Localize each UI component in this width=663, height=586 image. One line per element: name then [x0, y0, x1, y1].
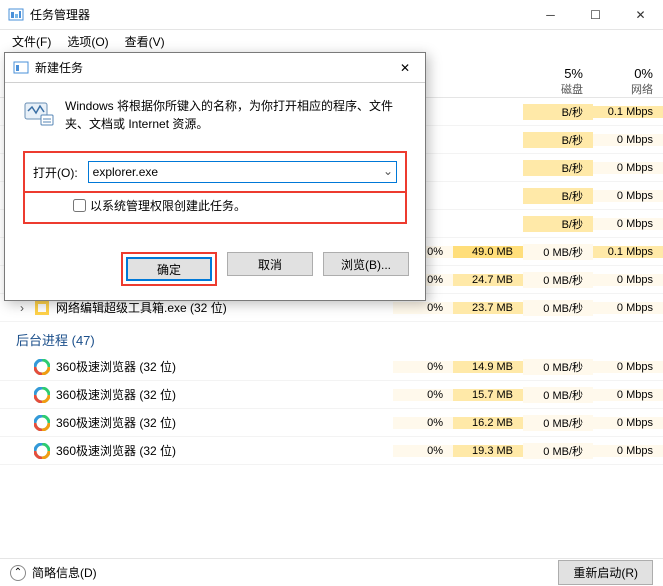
mem-cell: 19.3 MB [453, 445, 523, 457]
net-cell: 0 Mbps [593, 417, 663, 429]
disk-cell: 0 MB/秒 [523, 244, 593, 260]
col-net-pct: 0% [593, 66, 653, 81]
net-cell: 0 Mbps [593, 274, 663, 286]
net-cell: 0 Mbps [593, 302, 663, 314]
open-input[interactable] [88, 161, 397, 183]
disk-cell: 0 MB/秒 [523, 272, 593, 288]
mem-cell: 49.0 MB [453, 246, 523, 258]
table-row[interactable]: 360极速浏览器 (32 位) 0%16.2 MB0 MB/秒0 Mbps [0, 409, 663, 437]
disk-cell: 0 MB/秒 [523, 359, 593, 375]
run-icon [23, 97, 55, 129]
app-icon [8, 7, 24, 23]
360-icon [34, 359, 50, 375]
disk-cell: 0 MB/秒 [523, 443, 593, 459]
statusbar: ⌃ 简略信息(D) 重新启动(R) [0, 558, 663, 586]
disk-cell: 0 MB/秒 [523, 300, 593, 316]
disk-cell: 0 MB/秒 [523, 387, 593, 403]
ok-button[interactable]: 确定 [126, 257, 212, 281]
col-disk-label: 磁盘 [523, 81, 583, 97]
disk-cell: B/秒 [523, 104, 593, 120]
dialog-title: 新建任务 [35, 59, 83, 76]
disk-cell: B/秒 [523, 216, 593, 232]
window-title: 任务管理器 [30, 6, 90, 23]
brief-info-link[interactable]: 简略信息(D) [32, 564, 97, 581]
cpu-cell: 0% [393, 445, 453, 457]
col-disk-pct: 5% [523, 66, 583, 81]
close-button[interactable]: ✕ [618, 0, 663, 30]
col-net-label: 网络 [593, 81, 653, 97]
net-cell: 0.1 Mbps [593, 246, 663, 258]
restart-button[interactable]: 重新启动(R) [558, 560, 653, 585]
net-cell: 0 Mbps [593, 134, 663, 146]
dialog-titlebar: 新建任务 ✕ [5, 53, 425, 83]
mem-cell: 15.7 MB [453, 389, 523, 401]
net-cell: 0 Mbps [593, 445, 663, 457]
process-name: 360极速浏览器 (32 位) [56, 442, 176, 459]
process-name: 网络编辑超级工具箱.exe (32 位) [56, 299, 227, 316]
net-cell: 0 Mbps [593, 190, 663, 202]
dialog-close-button[interactable]: ✕ [385, 53, 425, 83]
net-cell: 0 Mbps [593, 162, 663, 174]
menu-options[interactable]: 选项(O) [59, 31, 116, 52]
menu-view[interactable]: 查看(V) [117, 31, 173, 52]
net-cell: 0 Mbps [593, 389, 663, 401]
cpu-cell: 0% [393, 389, 453, 401]
disk-cell: B/秒 [523, 160, 593, 176]
table-row[interactable]: 360极速浏览器 (32 位) 0%15.7 MB0 MB/秒0 Mbps [0, 381, 663, 409]
process-name: 360极速浏览器 (32 位) [56, 386, 176, 403]
net-cell: 0 Mbps [593, 361, 663, 373]
menubar: 文件(F) 选项(O) 查看(V) [0, 30, 663, 52]
dialog-icon [13, 60, 29, 76]
cpu-cell: 0% [393, 361, 453, 373]
360-icon [34, 443, 50, 459]
cpu-cell: 0% [393, 417, 453, 429]
maximize-button[interactable]: ☐ [573, 0, 618, 30]
open-label: 打开(O): [33, 164, 78, 181]
disk-cell: B/秒 [523, 132, 593, 148]
360-icon [34, 387, 50, 403]
disk-cell: B/秒 [523, 188, 593, 204]
dialog-message: Windows 将根据你所键入的名称，为你打开相应的程序、文件夹、文档或 Int… [65, 97, 407, 133]
ok-button-highlight: 确定 [121, 252, 217, 286]
360-icon [34, 415, 50, 431]
mem-cell: 14.9 MB [453, 361, 523, 373]
new-task-dialog: 新建任务 ✕ Windows 将根据你所键入的名称，为你打开相应的程序、文件夹、… [4, 52, 426, 301]
mem-cell: 16.2 MB [453, 417, 523, 429]
net-cell: 0 Mbps [593, 218, 663, 230]
net-cell: 0.1 Mbps [593, 106, 663, 118]
minimize-button[interactable]: ─ [528, 0, 573, 30]
admin-label: 以系统管理权限创建此任务。 [90, 197, 246, 214]
menu-file[interactable]: 文件(F) [4, 31, 59, 52]
table-row[interactable]: 360极速浏览器 (32 位) 0%14.9 MB0 MB/秒0 Mbps [0, 353, 663, 381]
mem-cell: 24.7 MB [453, 274, 523, 286]
mem-cell: 23.7 MB [453, 302, 523, 314]
admin-checkbox[interactable] [73, 199, 86, 212]
process-name: 360极速浏览器 (32 位) [56, 358, 176, 375]
cancel-button[interactable]: 取消 [227, 252, 313, 276]
group-header-background: 后台进程 (47) [0, 322, 663, 353]
chevron-up-icon[interactable]: ⌃ [10, 565, 26, 581]
admin-checkbox-row: 以系统管理权限创建此任务。 [23, 193, 407, 224]
disk-cell: 0 MB/秒 [523, 415, 593, 431]
tool-icon [34, 300, 50, 316]
table-row[interactable]: 360极速浏览器 (32 位) 0%19.3 MB0 MB/秒0 Mbps [0, 437, 663, 465]
browse-button[interactable]: 浏览(B)... [323, 252, 409, 276]
expand-icon[interactable]: › [16, 301, 28, 315]
cpu-cell: 0% [393, 302, 453, 314]
open-input-row: 打开(O): ⌄ [23, 151, 407, 193]
titlebar: 任务管理器 ─ ☐ ✕ [0, 0, 663, 30]
process-name: 360极速浏览器 (32 位) [56, 414, 176, 431]
